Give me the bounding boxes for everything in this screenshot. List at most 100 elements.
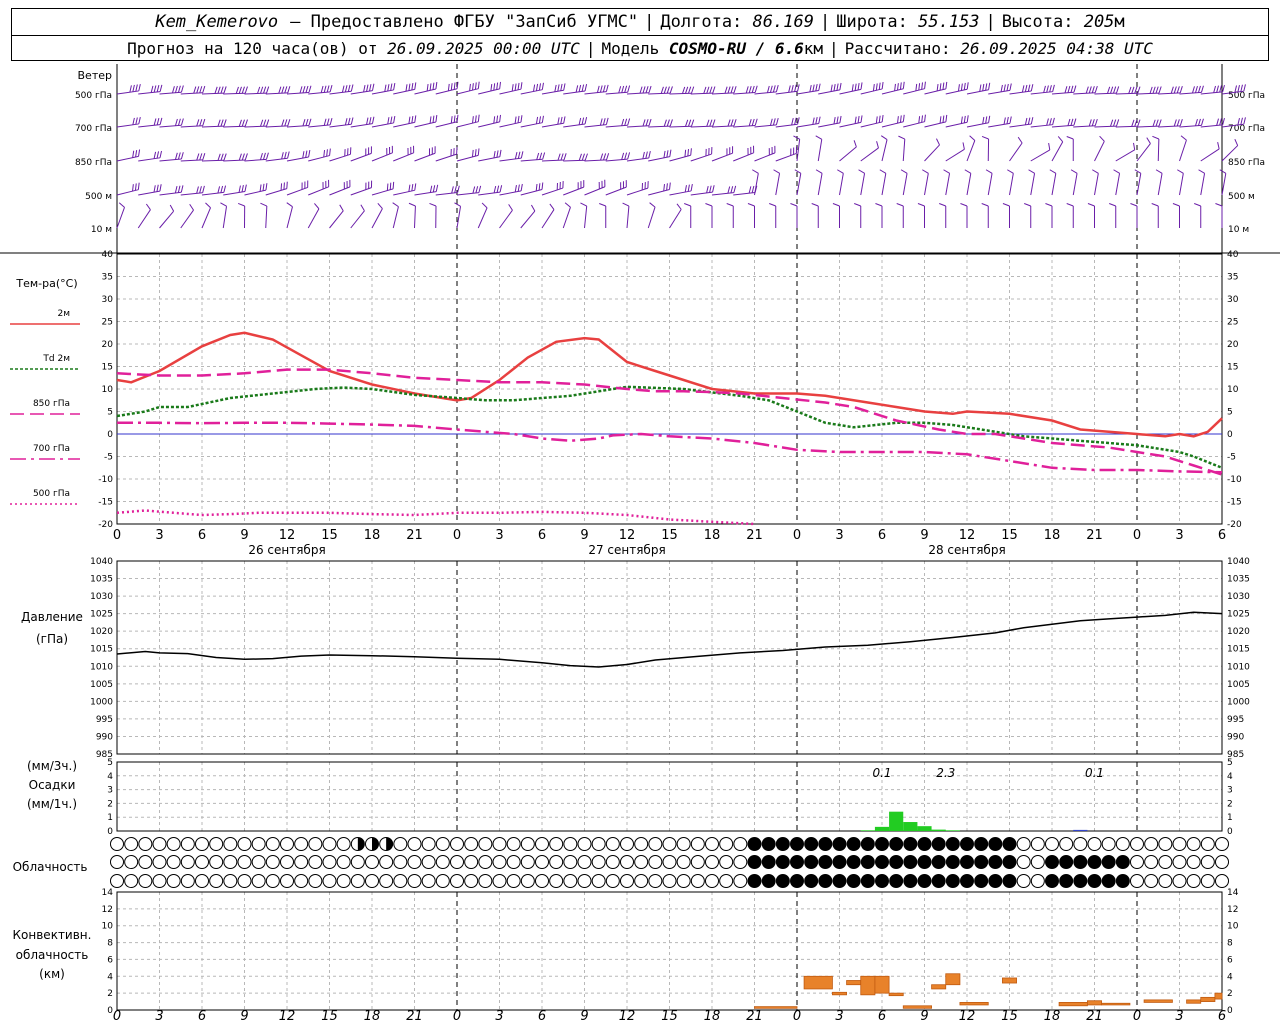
- wind-barb-feather: [1067, 118, 1071, 126]
- wind-barb-feather: [602, 85, 606, 93]
- wind-barb-feather: [915, 83, 918, 91]
- wind-barb-feather: [472, 186, 476, 194]
- conv-hour-tick: 12: [959, 1009, 976, 1024]
- wind-barb-feather: [1049, 169, 1057, 174]
- wind-barb-shaft: [966, 89, 989, 95]
- wind-barb-shaft: [924, 88, 947, 95]
- conv-panel: [116, 891, 1223, 1011]
- cloud-symbol: [237, 837, 252, 851]
- wind-barb-feather: [1002, 203, 1010, 207]
- wind-barb-shaft: [1009, 90, 1032, 95]
- cloud-symbol: [1087, 874, 1102, 888]
- wind-barb-feather: [581, 153, 585, 161]
- wind-barb-shaft: [1030, 149, 1051, 162]
- cloud-symbol: [988, 837, 1003, 851]
- wind-barb-feather: [414, 115, 417, 123]
- wind-barb-shaft: [201, 191, 224, 196]
- cloud-symbol: [591, 855, 606, 869]
- wind-barb-feather: [530, 204, 536, 212]
- cloud-symbol: [917, 837, 932, 851]
- temp-panel-ytick-right: -10: [1227, 475, 1242, 485]
- conv-hour-tick: 0: [1133, 1009, 1141, 1024]
- wind-barb-feather: [603, 153, 607, 161]
- cloud-symbol: [294, 837, 309, 851]
- cloud-symbol: [280, 874, 294, 888]
- wind-barb-feather: [1070, 85, 1074, 93]
- wind-barb-shaft: [924, 121, 947, 128]
- wind-barb-feather: [812, 84, 815, 92]
- wind-barb-feather: [727, 86, 731, 94]
- temp-panel-ytick-left: -5: [104, 453, 113, 463]
- wind-barb-feather: [174, 85, 178, 93]
- wind-barb-feather: [432, 82, 435, 90]
- wind-barb-feather: [957, 84, 960, 92]
- wind-barb-feather: [751, 85, 755, 93]
- wind-barb-feather: [833, 84, 836, 92]
- wind-barb-feather: [405, 84, 408, 92]
- wind-barb-shaft: [796, 173, 802, 196]
- wind-barb-feather: [1172, 203, 1180, 207]
- wind-barb-feather: [196, 119, 200, 127]
- wind-barb-feather: [624, 152, 628, 160]
- wind-barb-feather: [1131, 86, 1135, 94]
- wind-barb-feather: [791, 85, 794, 93]
- wind-barb-shaft: [223, 125, 246, 128]
- cloud-symbol: [860, 837, 875, 851]
- wind-barb-feather: [129, 85, 132, 93]
- wind-barb-feather: [371, 83, 375, 91]
- conv-segment: [860, 975, 876, 996]
- cloud-symbol: [138, 837, 153, 851]
- wind-barb-feather: [134, 183, 137, 191]
- wind-barb-feather: [220, 202, 227, 207]
- wind-barb-feather: [1194, 86, 1198, 93]
- cloud-symbol: [903, 855, 918, 869]
- wind-barb-feather: [727, 119, 731, 127]
- wind-barb-feather: [832, 203, 840, 207]
- wind-barb-feather: [790, 203, 798, 207]
- wind-barb-feather: [308, 118, 312, 126]
- hour-tick-label: 3: [835, 528, 843, 543]
- wind-barb-shaft: [860, 121, 883, 128]
- wind-barb-feather: [557, 117, 560, 125]
- wind-barb-feather: [684, 149, 687, 157]
- wind-barb-feather: [156, 118, 160, 126]
- wind-barb-shaft: [881, 173, 887, 196]
- cloud-symbol: [1030, 855, 1045, 869]
- wind-level-label-right: 500 м: [1228, 192, 1255, 202]
- wind-barb-feather: [960, 203, 968, 207]
- wind-barb-feather: [260, 202, 268, 207]
- wind-barb-feather: [1215, 203, 1223, 207]
- wind-barb-feather: [1088, 86, 1092, 94]
- wind-barb-feather: [684, 185, 687, 193]
- cloud-symbol: [563, 874, 578, 888]
- cloud-symbol: [166, 855, 181, 869]
- cloud-symbol: [1087, 855, 1102, 869]
- wind-barb-feather: [132, 184, 134, 192]
- wind-barb-feather: [645, 86, 649, 94]
- wind-barb-shaft: [945, 88, 968, 95]
- wind-barb-feather: [1024, 117, 1028, 125]
- cloud-symbol: [1200, 874, 1215, 888]
- wind-barb-shaft: [1115, 173, 1121, 196]
- cloud-symbol: [1059, 837, 1074, 851]
- cloud-symbol: [223, 874, 238, 888]
- conv-panel-ytick-left: 14: [102, 888, 114, 898]
- cloud-symbol: [1002, 837, 1017, 851]
- wind-barb-shaft: [796, 123, 819, 128]
- wind-barb-shaft: [626, 92, 649, 95]
- wind-barb-feather: [474, 82, 477, 90]
- cloud-symbol: [407, 837, 422, 851]
- wind-barb-shaft: [201, 92, 225, 95]
- wind-barb-feather: [685, 86, 689, 94]
- conv-hour-tick: 6: [198, 1009, 206, 1024]
- temp-panel-ytick-left: 40: [102, 250, 114, 260]
- cloud-symbol: [804, 855, 819, 869]
- wind-barb-feather: [724, 86, 728, 94]
- wind-barb-feather: [1006, 83, 1009, 91]
- wind-barb-feather: [791, 118, 794, 126]
- wind-barb-shaft: [180, 125, 203, 128]
- wind-barb-feather: [599, 203, 606, 207]
- wind-barb-feather: [180, 118, 184, 126]
- wind-barb-feather: [860, 115, 863, 123]
- wind-barb-feather: [1057, 136, 1064, 143]
